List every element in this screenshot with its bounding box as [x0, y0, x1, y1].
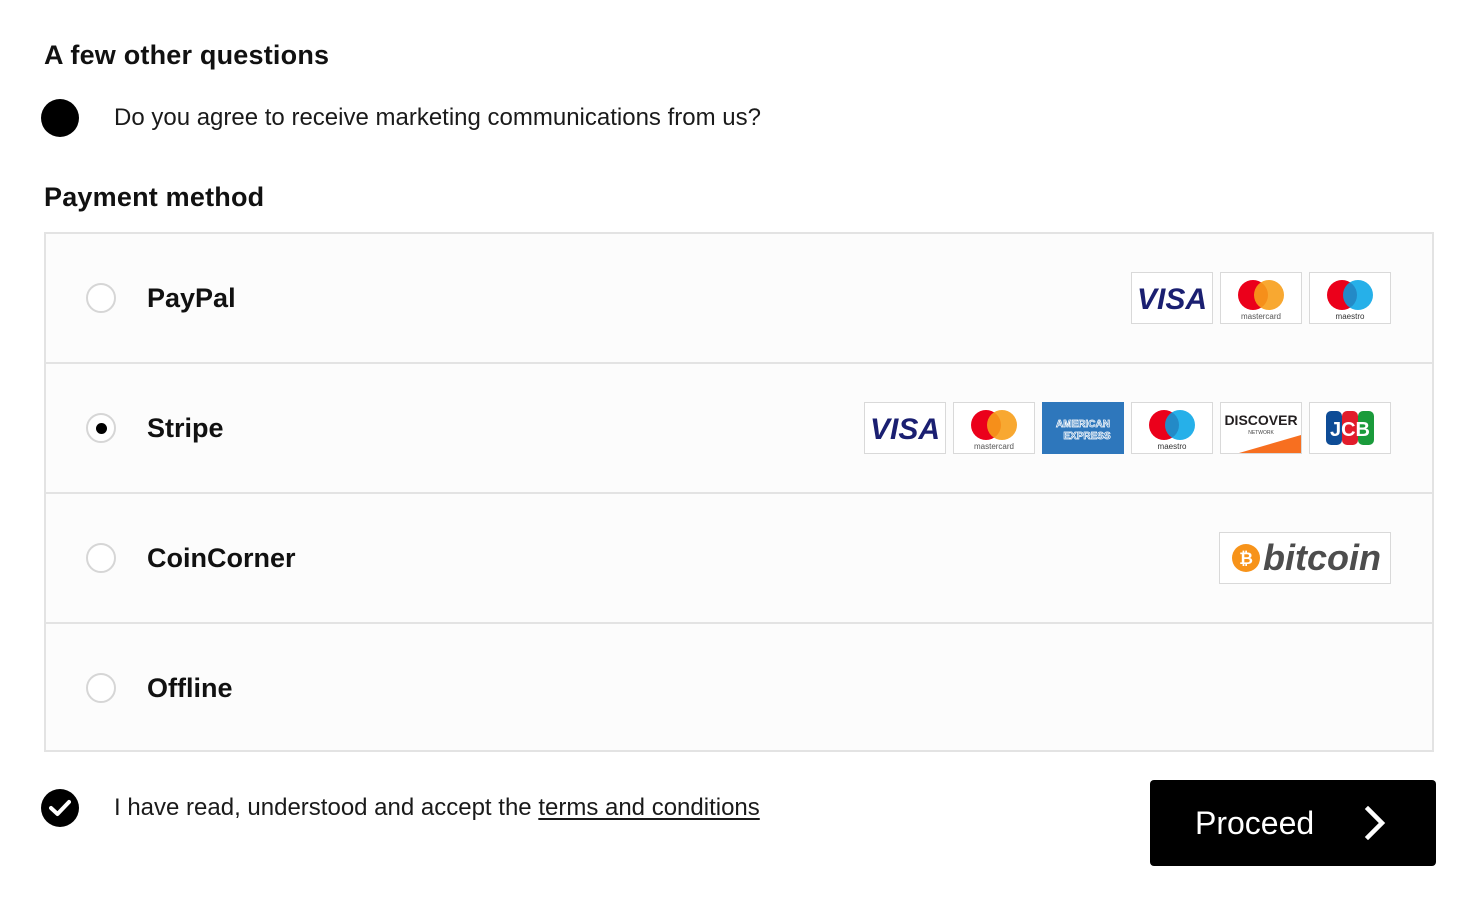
chevron-right-icon: [1364, 806, 1386, 840]
svg-text:EXPRESS: EXPRESS: [1063, 431, 1111, 442]
checkout-page: A few other questions Do you agree to re…: [0, 0, 1468, 902]
svg-text:₿: ₿: [1239, 549, 1253, 568]
mastercard-logo: mastercard: [953, 402, 1035, 454]
terms-and-conditions-link[interactable]: terms and conditions: [538, 794, 759, 821]
payment-option-label: CoinCorner: [147, 542, 296, 573]
questions-heading: A few other questions: [44, 40, 330, 70]
payment-method-heading: Payment method: [44, 182, 265, 212]
coincorner-logos: ₿ bitcoin: [1219, 532, 1391, 584]
svg-text:mastercard: mastercard: [1241, 312, 1281, 321]
svg-text:mastercard: mastercard: [974, 442, 1014, 451]
svg-text:AMERICAN: AMERICAN: [1056, 419, 1110, 430]
svg-text:VISA: VISA: [1137, 283, 1207, 316]
terms-consent-row[interactable]: I have read, understood and accept the t…: [41, 789, 760, 827]
marketing-consent-row[interactable]: Do you agree to receive marketing commun…: [41, 99, 761, 137]
maestro-logo: maestro: [1309, 272, 1391, 324]
payment-option-label: Offline: [147, 672, 233, 703]
terms-label-prefix: I have read, understood and accept the: [114, 794, 539, 821]
stripe-card-logos: VISA mastercard AMERICAN EXPRESS maestro…: [864, 402, 1391, 454]
svg-text:NETWORK: NETWORK: [1248, 430, 1274, 436]
stripe-radio[interactable]: [86, 413, 116, 443]
svg-text:maestro: maestro: [1336, 312, 1365, 321]
checkmark-icon: [49, 800, 71, 816]
payment-option-coincorner[interactable]: CoinCorner ₿ bitcoin: [46, 494, 1432, 624]
coincorner-radio[interactable]: [86, 543, 116, 573]
marketing-consent-label: Do you agree to receive marketing commun…: [114, 104, 761, 131]
paypal-card-logos: VISA mastercard maestro: [1131, 272, 1391, 324]
visa-logo: VISA: [864, 402, 946, 454]
svg-text:JCB: JCB: [1330, 419, 1370, 441]
visa-logo: VISA: [1131, 272, 1213, 324]
marketing-consent-checkbox[interactable]: [41, 99, 79, 137]
maestro-logo: maestro: [1131, 402, 1213, 454]
offline-radio[interactable]: [86, 673, 116, 703]
paypal-radio[interactable]: [86, 283, 116, 313]
proceed-button[interactable]: Proceed: [1150, 780, 1436, 866]
payment-option-label: Stripe: [147, 412, 224, 443]
jcb-logo: JCB: [1309, 402, 1391, 454]
svg-text:bitcoin: bitcoin: [1263, 537, 1381, 578]
terms-label: I have read, understood and accept the t…: [114, 794, 760, 822]
payment-option-paypal[interactable]: PayPal VISA mastercard maestro: [46, 234, 1432, 364]
mastercard-logo: mastercard: [1220, 272, 1302, 324]
radio-selected-dot: [95, 422, 107, 434]
svg-text:VISA: VISA: [870, 413, 940, 446]
discover-logo: DISCOVER NETWORK: [1220, 402, 1302, 454]
svg-text:DISCOVER: DISCOVER: [1224, 412, 1297, 428]
american-express-logo: AMERICAN EXPRESS: [1042, 402, 1124, 454]
payment-option-offline[interactable]: Offline: [46, 624, 1432, 752]
terms-checkbox[interactable]: [41, 789, 79, 827]
bitcoin-logo: ₿ bitcoin: [1219, 532, 1391, 584]
payment-method-list: PayPal VISA mastercard maestro Stripe VI…: [44, 232, 1434, 752]
payment-option-label: PayPal: [147, 282, 236, 313]
svg-text:maestro: maestro: [1158, 442, 1187, 451]
payment-option-stripe[interactable]: Stripe VISA mastercard AMERICAN EXPRESS …: [46, 364, 1432, 494]
proceed-label: Proceed: [1195, 804, 1315, 841]
